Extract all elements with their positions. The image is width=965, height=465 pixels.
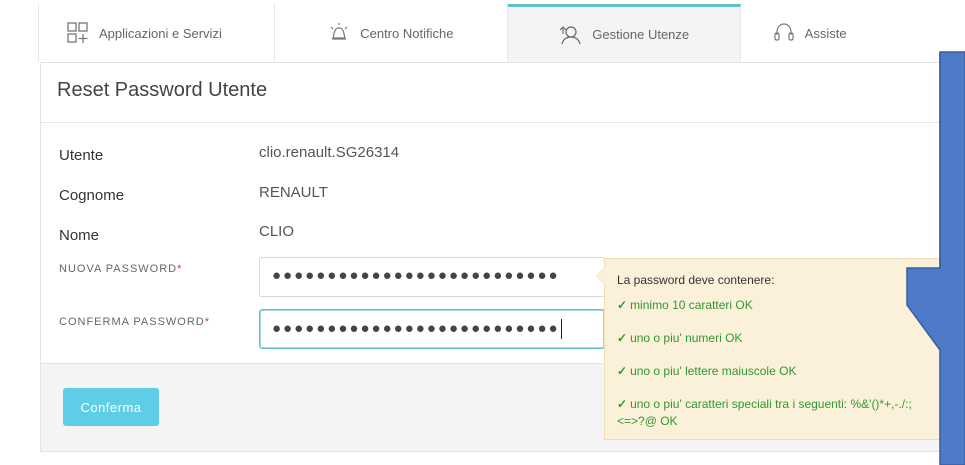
down-arrow-icon — [906, 51, 965, 465]
